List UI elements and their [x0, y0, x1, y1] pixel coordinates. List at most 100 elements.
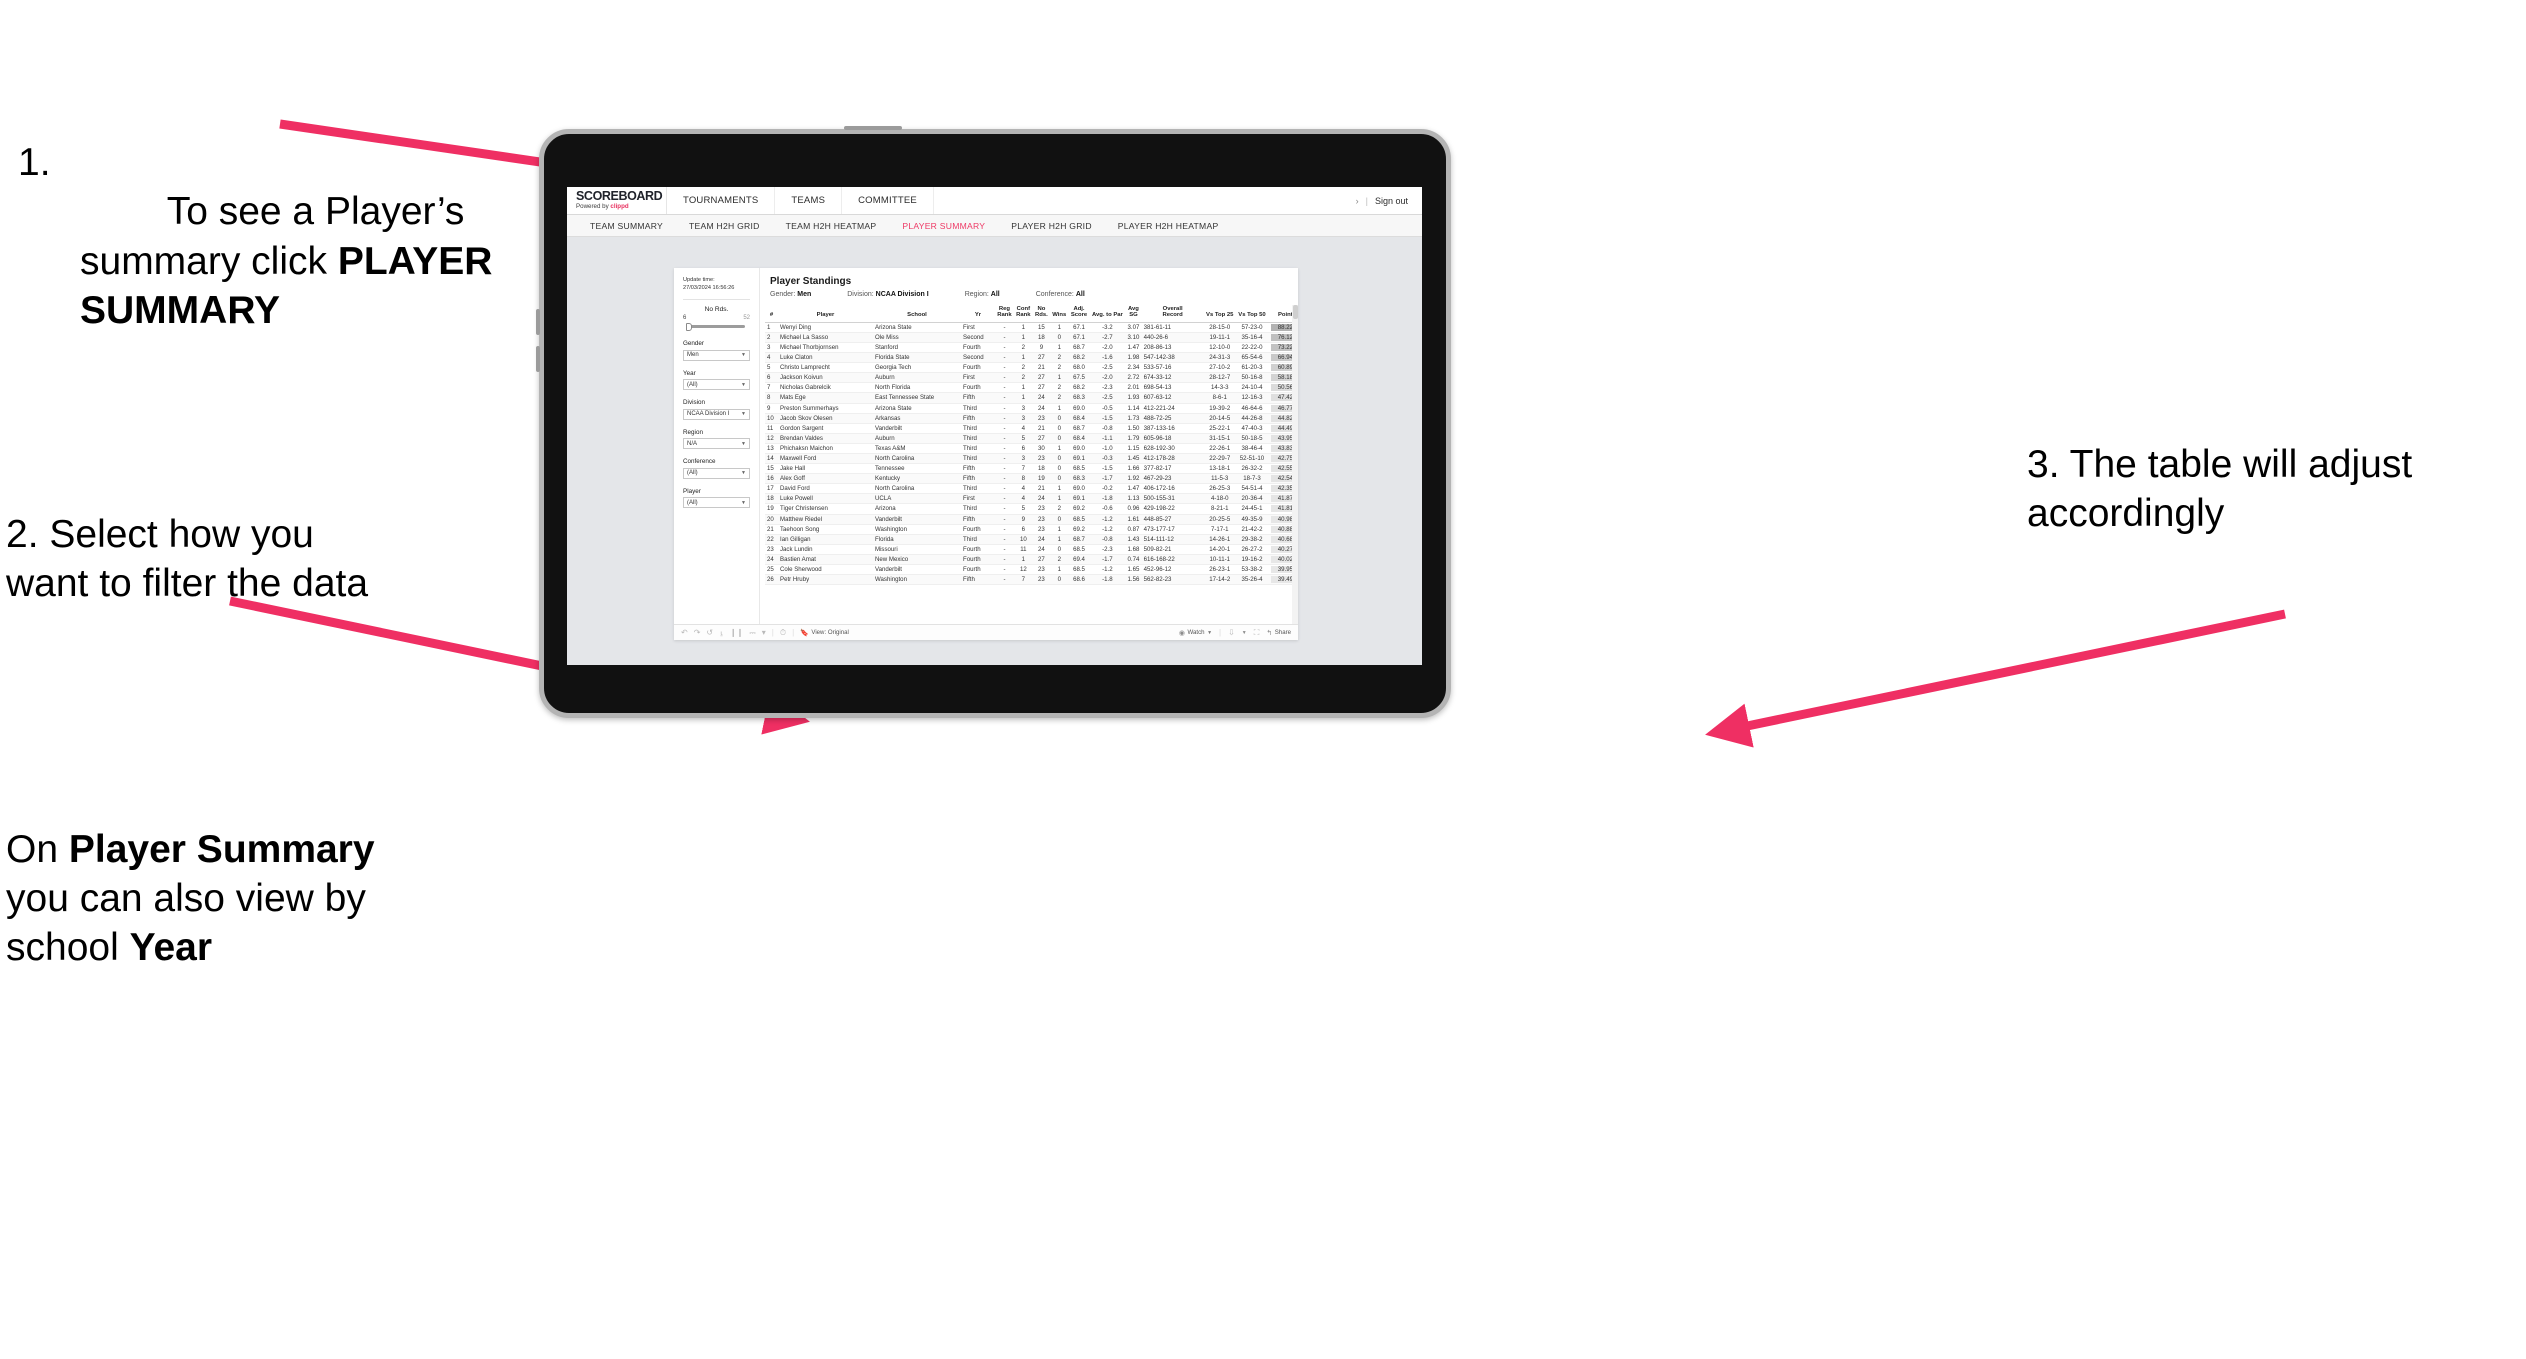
table-row[interactable]: 25 Cole Sherwood Vanderbilt Fourth -12 23 1 68.…	[765, 564, 1298, 576]
column-header[interactable]: Overall Record	[1141, 305, 1204, 323]
table-cell: -	[995, 554, 1014, 566]
table-cell: 19	[1032, 473, 1051, 485]
no-rds-slider[interactable]	[683, 322, 750, 331]
table-cell: 15	[1032, 322, 1051, 333]
table-row[interactable]: 8 Mats Ege East Tennessee State Fifth -1 24 2 6…	[765, 392, 1298, 404]
tab-player-h2h-grid[interactable]: PLAYER H2H GRID	[998, 221, 1104, 231]
tab-team-h2h-heatmap[interactable]: TEAM H2H HEATMAP	[773, 221, 890, 231]
eye-icon: ◉	[1178, 629, 1186, 637]
table-row[interactable]: 5 Christo Lamprecht Georgia Tech Fourth -2 21…	[765, 362, 1298, 374]
table-row[interactable]: 19 Tiger Christensen Arizona Third -5 23 2 69.2…	[765, 503, 1298, 515]
column-header[interactable]: Adj. Score	[1068, 305, 1090, 323]
update-time-label: Update time:	[683, 277, 715, 283]
chevron-down-icon[interactable]: ▼	[1242, 630, 1247, 636]
tab-player-h2h-heatmap[interactable]: PLAYER H2H HEATMAP	[1105, 221, 1232, 231]
table-row[interactable]: 4 Luke Claton Florida State Second -1 27 2 68.2…	[765, 352, 1298, 364]
table-cell: Wenyi Ding	[778, 322, 873, 333]
layout-icon[interactable]: ⎓	[749, 628, 755, 637]
undo-icon[interactable]: ↶	[681, 628, 688, 637]
division-select[interactable]: NCAA Division I ▼	[683, 408, 750, 420]
fullscreen-icon[interactable]: ⛶	[1254, 628, 1260, 637]
table-row[interactable]: 1 Wenyi Ding Arizona State First -1 15 1 67.1 -3…	[765, 322, 1298, 333]
volume-down-button[interactable]	[536, 346, 540, 372]
table-row[interactable]: 14 Maxwell Ford North Carolina Third -3 23 0 69…	[765, 453, 1298, 465]
table-row[interactable]: 26 Petr Hruby Washington Fifth -7 23 0 68.6 -1.8…	[765, 574, 1298, 586]
column-header[interactable]: Yr	[961, 305, 995, 323]
table-cell: 68.4	[1068, 433, 1090, 444]
tab-player-summary[interactable]: PLAYER SUMMARY	[889, 221, 998, 231]
table-row[interactable]: 6 Jackson Koivun Auburn First -2 27 1 67.5 -2.0 2…	[765, 372, 1298, 384]
history-icon[interactable]: ⏱	[780, 628, 786, 637]
table-cell: 473-177-17	[1141, 524, 1204, 535]
table-row[interactable]: 23 Jack Lundin Missouri Fourth -11 24 0 68.5 -2.…	[765, 544, 1298, 555]
table-row[interactable]: 22 Ian Gilligan Florida Third -10 24 1 68.7 -0.8…	[765, 534, 1298, 545]
meta-gender-value: Men	[797, 291, 812, 298]
column-header[interactable]: Player	[778, 305, 873, 323]
year-select[interactable]: (All) ▼	[683, 379, 750, 391]
table-row[interactable]: 24 Bastien Amat New Mexico Fourth -1 27 2 69.4-…	[765, 554, 1298, 566]
table-cell: Texas A&M	[873, 443, 961, 454]
table-row[interactable]: 3 Michael Thorbjornsen Stanford Fourth -2 9 1 6…	[765, 342, 1298, 354]
column-header[interactable]: #	[765, 305, 778, 323]
tagline-prefix: Powered by	[576, 203, 611, 211]
column-header[interactable]: Reg Rank	[995, 305, 1014, 323]
table-cell: -	[995, 423, 1014, 434]
table-cell: 14	[765, 453, 778, 465]
sign-out-link[interactable]: Sign out	[1375, 196, 1408, 206]
table-cell: 46-64-6	[1235, 403, 1269, 414]
table-row[interactable]: 15 Jake Hall Tennessee Fifth -7 18 0 68.5 -1.5 1.…	[765, 463, 1298, 475]
refresh-icon[interactable]: ⍸	[719, 628, 724, 637]
table-row[interactable]: 16 Alex Goff Kentucky Fifth -8 19 0 68.3 -1.7 1.9…	[765, 473, 1298, 485]
tab-team-h2h-grid[interactable]: TEAM H2H GRID	[676, 221, 773, 231]
table-row[interactable]: 12 Brendan Valdes Auburn Third -5 27 0 68.4 -1.1…	[765, 433, 1298, 444]
table-cell: Fourth	[961, 342, 995, 354]
volume-up-button[interactable]	[536, 309, 540, 335]
redo-icon[interactable]: ↷	[694, 628, 701, 637]
slider-handle[interactable]	[686, 322, 692, 331]
table-cell: 12	[765, 433, 778, 444]
pause-icon[interactable]: ❙❙	[730, 628, 743, 637]
table-cell: 4-18-0	[1203, 493, 1236, 505]
column-header[interactable]: Vs Top 50	[1235, 305, 1269, 323]
nav-teams[interactable]: TEAMS	[775, 187, 843, 214]
watch-button[interactable]: ◉ Watch ▼	[1179, 629, 1212, 637]
nav-committee[interactable]: COMMITTEE	[842, 187, 934, 214]
table-cell: 35-26-4	[1235, 574, 1269, 586]
chevron-down-icon[interactable]: ▾	[762, 628, 766, 637]
table-cell: 61-20-3	[1235, 362, 1269, 374]
table-row[interactable]: 2 Michael La Sasso Ole Miss Second -1 18 0 67.1…	[765, 332, 1298, 343]
table-cell: 0.87	[1125, 524, 1142, 535]
nav-tournaments[interactable]: TOURNAMENTS	[667, 187, 776, 214]
gender-select[interactable]: Men ▼	[683, 349, 750, 361]
table-row[interactable]: 10 Jacob Skov Olesen Arkansas Fifth -3 23 0 68.…	[765, 413, 1298, 424]
column-header[interactable]: Conf Rank	[1013, 305, 1033, 323]
conference-select[interactable]: (All) ▼	[683, 467, 750, 479]
table-cell: -2.0	[1089, 372, 1126, 384]
column-header[interactable]: No Rds.	[1032, 305, 1051, 323]
view-original-button[interactable]: 🔖 View: Original	[800, 629, 849, 637]
table-row[interactable]: 21 Taehoon Song Washington Fourth -6 23 1 69.2-…	[765, 524, 1298, 535]
column-header[interactable]: Vs Top 25	[1203, 305, 1236, 323]
tab-team-summary[interactable]: TEAM SUMMARY	[577, 221, 676, 231]
table-row[interactable]: 13 Phichaksn Maichon Texas A&M Third -6 30 1 69…	[765, 443, 1298, 454]
scrollbar-thumb[interactable]	[1292, 305, 1298, 319]
table-row[interactable]: 11 Gordon Sargent Vanderbilt Third -4 21 0 68.7…	[765, 423, 1298, 434]
table-row[interactable]: 20 Matthew Riedel Vanderbilt Fifth -9 23 0 68.5…	[765, 514, 1298, 525]
table-scrollbar[interactable]	[1292, 305, 1298, 624]
table-row[interactable]: 7 Nicholas Gabrelcik North Florida Fourth -1…	[765, 382, 1298, 394]
player-select[interactable]: (All) ▼	[683, 497, 750, 509]
share-button[interactable]: ↰ Share	[1266, 629, 1291, 637]
column-header[interactable]: Avg SG	[1125, 305, 1142, 323]
column-header[interactable]: School	[873, 305, 961, 323]
table-row[interactable]: 17 David Ford North Carolina Third -4 21 1 69.0…	[765, 483, 1298, 495]
column-header[interactable]: Wins	[1050, 305, 1069, 323]
table-cell: 67.1	[1068, 322, 1090, 333]
top-button[interactable]	[844, 126, 902, 130]
download-icon[interactable]: ⇩	[1228, 628, 1235, 637]
table-row[interactable]: 18 Luke Powell UCLA First -4 24 1 69.1 -1.8 1.13 5…	[765, 493, 1298, 505]
table-row[interactable]: 9 Preston Summerhays Arizona State Third -3 2…	[765, 403, 1298, 414]
column-header[interactable]: Avg. to Par	[1089, 305, 1126, 323]
table-cell: 1	[1013, 392, 1033, 404]
revert-icon[interactable]: ↺	[706, 628, 713, 637]
region-select[interactable]: N/A ▼	[683, 438, 750, 450]
